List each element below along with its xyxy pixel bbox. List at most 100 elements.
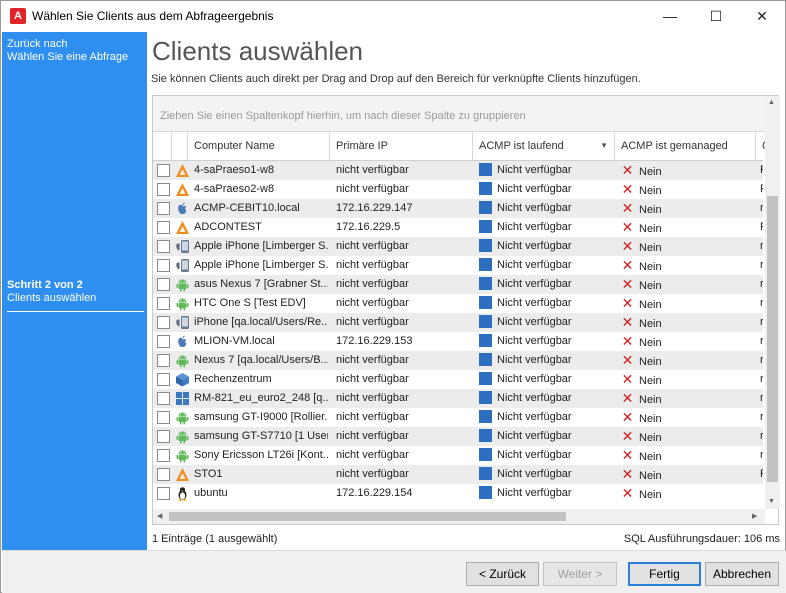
dialog-window: A Wählen Sie Clients aus dem Abfrageerge…	[0, 0, 786, 593]
cell-primary-ip: nicht verfügbar	[336, 430, 409, 442]
table-row[interactable]: asus Nexus 7 [Grabner St... nicht verfügb…	[153, 275, 763, 294]
header-icon-column[interactable]	[172, 132, 188, 160]
scroll-up-icon[interactable]: ▲	[768, 99, 775, 106]
minimize-button[interactable]: —	[647, 1, 693, 32]
row-checkbox[interactable]	[157, 354, 170, 367]
table-row[interactable]: Nexus 7 [qa.local/Users/B... nicht verfüg…	[153, 351, 763, 370]
vertical-scroll-thumb[interactable]	[767, 196, 778, 482]
row-checkbox[interactable]	[157, 335, 170, 348]
maximize-button[interactable]: ☐	[693, 1, 739, 32]
cross-icon: ✕	[621, 257, 634, 273]
row-checkbox[interactable]	[157, 259, 170, 272]
cell-acmp-running: Nicht verfügbar	[479, 256, 613, 275]
table-row[interactable]: ACMP-CEBIT10.local 172.16.229.147 Nicht ve…	[153, 199, 763, 218]
cross-icon: ✕	[621, 466, 634, 482]
cell-acmp-running-label: Nicht verfügbar	[497, 411, 572, 423]
next-button[interactable]: Weiter >	[543, 562, 617, 586]
row-checkbox[interactable]	[157, 240, 170, 253]
cross-icon: ✕	[621, 295, 634, 311]
cell-computer-name: ubuntu	[194, 487, 228, 499]
header-acmp-managed[interactable]: ACMP ist gemanaged	[615, 132, 756, 160]
group-by-placeholder: Ziehen Sie einen Spaltenkopf hierhin, um…	[160, 110, 526, 122]
group-by-panel[interactable]: Ziehen Sie einen Spaltenkopf hierhin, um…	[153, 96, 778, 132]
cross-icon: ✕	[621, 314, 634, 330]
finish-button[interactable]: Fertig	[628, 562, 701, 586]
table-row[interactable]: Apple iPhone [Limberger S... nicht verfüg…	[153, 237, 763, 256]
cell-computer-name: ACMP-CEBIT10.local	[194, 202, 300, 214]
header-computer-name[interactable]: Computer Name	[188, 132, 330, 160]
header-acmp-running-label: ACMP ist laufend	[479, 140, 564, 152]
row-checkbox[interactable]	[157, 411, 170, 424]
row-checkbox[interactable]	[157, 468, 170, 481]
table-row[interactable]: iPhone [qa.local/Users/Re... nicht verfüg…	[153, 313, 763, 332]
header-acmp-running[interactable]: ACMP ist laufend ▼	[473, 132, 615, 160]
cell-acmp-running: Nicht verfügbar	[479, 332, 613, 351]
table-row[interactable]: STO1 nicht verfügbar Nicht verfügbar ✕ Nein F	[153, 465, 763, 484]
row-checkbox[interactable]	[157, 316, 170, 329]
table-row[interactable]: samsung GT-S7710 [1 User] nicht verfügbar…	[153, 427, 763, 446]
scroll-right-icon[interactable]: ▶	[752, 512, 757, 520]
vertical-scrollbar[interactable]: ▲ ▼	[765, 96, 780, 509]
grid-header: Computer Name Primäre IP ACMP ist laufen…	[153, 132, 770, 161]
table-row[interactable]: 4-saPraeso1-w8 nicht verfügbar Nicht verfü…	[153, 161, 763, 180]
cell-acmp-managed: ✕ Nein	[621, 313, 755, 332]
scroll-left-icon[interactable]: ◀	[157, 512, 162, 520]
status-square-icon	[479, 372, 492, 385]
table-row[interactable]: MLION-VM.local 172.16.229.153 Nicht verfüg…	[153, 332, 763, 351]
warning-icon	[175, 220, 190, 235]
table-row[interactable]: Apple iPhone [Limberger S... nicht verfüg…	[153, 256, 763, 275]
row-checkbox[interactable]	[157, 183, 170, 196]
cell-acmp-running: Nicht verfügbar	[479, 313, 613, 332]
cross-icon: ✕	[621, 428, 634, 444]
table-row[interactable]: Rechenzentrum nicht verfügbar Nicht verfüg…	[153, 370, 763, 389]
step-number: Schritt 2 von 2	[7, 279, 83, 291]
android-icon	[175, 277, 190, 292]
cell-computer-name: HTC One S [Test EDV]	[194, 297, 306, 309]
cell-acmp-managed-label: Nein	[639, 470, 662, 482]
table-row[interactable]: RM-821_eu_euro2_248 [q... nicht verfügbar…	[153, 389, 763, 408]
cell-acmp-running-label: Nicht verfügbar	[497, 202, 572, 214]
cell-acmp-managed: ✕ Nein	[621, 465, 755, 484]
cancel-button[interactable]: Abbrechen	[705, 562, 779, 586]
back-to-query-link[interactable]: Zurück nach Wählen Sie eine Abfrage	[7, 38, 128, 64]
cell-primary-ip: 172.16.229.154	[336, 487, 413, 499]
row-checkbox[interactable]	[157, 164, 170, 177]
row-checkbox[interactable]	[157, 430, 170, 443]
cell-acmp-managed-label: Nein	[639, 166, 662, 178]
row-checkbox[interactable]	[157, 297, 170, 310]
cell-acmp-managed: ✕ Nein	[621, 294, 755, 313]
row-checkbox[interactable]	[157, 221, 170, 234]
phone-icon	[175, 239, 190, 254]
cell-acmp-running: Nicht verfügbar	[479, 294, 613, 313]
table-row[interactable]: HTC One S [Test EDV] nicht verfügbar Nicht…	[153, 294, 763, 313]
table-row[interactable]: ubuntu 172.16.229.154 Nicht verfügbar ✕ Nein	[153, 484, 763, 503]
row-checkbox[interactable]	[157, 373, 170, 386]
cross-icon: ✕	[621, 371, 634, 387]
table-row[interactable]: 4-saPraeso2-w8 nicht verfügbar Nicht verfü…	[153, 180, 763, 199]
row-checkbox[interactable]	[157, 449, 170, 462]
table-row[interactable]: Sony Ericsson LT26i [Kont... nicht verfüg…	[153, 446, 763, 465]
cell-acmp-running-label: Nicht verfügbar	[497, 392, 572, 404]
back-button[interactable]: < Zurück	[466, 562, 539, 586]
cell-acmp-managed-label: Nein	[639, 280, 662, 292]
table-row[interactable]: ADCONTEST 172.16.229.5 Nicht verfügbar ✕ Nei…	[153, 218, 763, 237]
window-title: Wählen Sie Clients aus dem Abfrageergebn…	[32, 9, 274, 23]
row-checkbox[interactable]	[157, 487, 170, 500]
cell-acmp-running: Nicht verfügbar	[479, 408, 613, 427]
header-checkbox-column[interactable]	[153, 132, 172, 160]
status-square-icon	[479, 448, 492, 461]
close-button[interactable]: ✕	[739, 1, 785, 32]
wizard-sidebar: Zurück nach Wählen Sie eine Abfrage Schr…	[2, 32, 147, 550]
row-checkbox[interactable]	[157, 392, 170, 405]
cross-icon: ✕	[621, 390, 634, 406]
scroll-down-icon[interactable]: ▼	[768, 498, 775, 505]
status-square-icon	[479, 429, 492, 442]
table-row[interactable]: samsung GT-I9000 [Rollier... nicht verfüg…	[153, 408, 763, 427]
horizontal-scroll-thumb[interactable]	[169, 512, 566, 521]
cell-acmp-managed-label: Nein	[639, 432, 662, 444]
horizontal-scrollbar[interactable]: ◀ ▶	[153, 509, 765, 524]
row-checkbox[interactable]	[157, 202, 170, 215]
row-checkbox[interactable]	[157, 278, 170, 291]
header-primary-ip[interactable]: Primäre IP	[330, 132, 473, 160]
cell-extra: r	[760, 278, 763, 290]
